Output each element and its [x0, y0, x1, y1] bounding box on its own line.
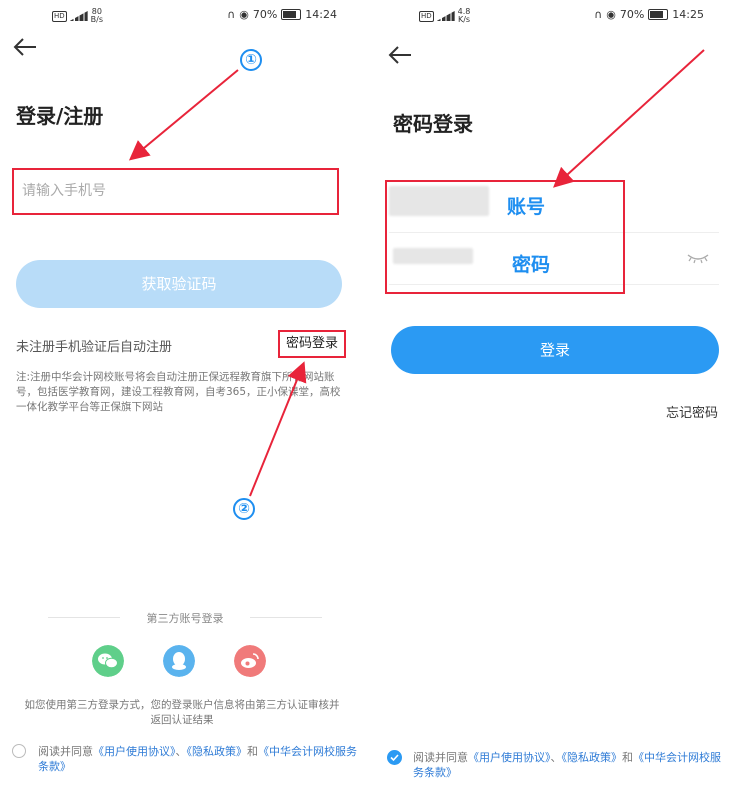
- third-party-header: 第三方账号登录: [40, 610, 330, 626]
- eye-icon: ◉: [239, 8, 249, 21]
- agreement-checkbox[interactable]: [12, 744, 26, 758]
- password-login-link[interactable]: 密码登录: [278, 330, 346, 358]
- clock: 14:25: [672, 8, 704, 21]
- login-button[interactable]: 登录: [391, 326, 719, 374]
- auto-register-hint: 未注册手机验证后自动注册: [16, 340, 173, 355]
- battery-percent: 70%: [252, 8, 278, 21]
- net-speed: 4.8 K/s: [457, 7, 471, 24]
- account-label: 账号: [507, 196, 546, 218]
- forgot-password-link[interactable]: 忘记密码: [666, 402, 718, 421]
- agreement-checkbox-checked[interactable]: [387, 750, 402, 765]
- back-arrow-icon[interactable]: [12, 36, 38, 58]
- headset-icon: ∩: [594, 8, 603, 21]
- qq-icon[interactable]: [163, 645, 195, 677]
- privacy-link[interactable]: 《隐私政策》: [562, 751, 623, 764]
- step-2-marker: ②: [233, 498, 255, 520]
- agreement-and: 和: [247, 745, 258, 758]
- hd-icon: HD: [52, 10, 67, 22]
- third-party-label: 第三方账号登录: [146, 612, 224, 625]
- net-speed: 80 B/s: [90, 7, 104, 24]
- hd-icon: HD: [419, 10, 434, 22]
- battery-percent: 70%: [619, 8, 645, 21]
- signal-icon: [436, 11, 455, 21]
- clock: 14:24: [305, 8, 337, 21]
- wechat-icon[interactable]: [92, 645, 124, 677]
- page-title: 登录/注册: [16, 104, 104, 128]
- agreement-prefix: 阅读并同意: [38, 745, 93, 758]
- status-bar: HD 80 B/s ∩ ◉ 70% 14:24: [0, 6, 367, 24]
- password-login-screen: HD 4.8 K/s ∩ ◉ 70% 14:25 密码登录 账号 密码 登录 忘记…: [367, 0, 734, 787]
- user-agreement-link[interactable]: 《用户使用协议》: [468, 751, 551, 764]
- page-title: 密码登录: [393, 112, 473, 136]
- agreement-prefix: 阅读并同意: [413, 751, 468, 764]
- get-code-button[interactable]: 获取验证码: [16, 260, 342, 308]
- battery-icon: [281, 9, 302, 20]
- weibo-icon[interactable]: [234, 645, 266, 677]
- step-1-marker: ①: [240, 49, 262, 71]
- agreement-sep: 、: [175, 745, 187, 758]
- eye-icon: ◉: [606, 8, 616, 21]
- user-agreement-link[interactable]: 《用户使用协议》: [93, 745, 176, 758]
- signal-icon: [69, 11, 88, 21]
- register-note: 注:注册中华会计网校账号将会自动注册正保远程教育旗下所有网站账号，包括医学教育网…: [16, 371, 341, 413]
- sms-login-screen: HD 80 B/s ∩ ◉ 70% 14:24 登录/注册 请输入手机号 获取验证…: [0, 0, 367, 787]
- credentials-highlight: [385, 180, 625, 294]
- agreement-and: 和: [622, 751, 633, 764]
- check-icon: [390, 754, 399, 762]
- eye-closed-icon[interactable]: [687, 252, 709, 264]
- phone-input[interactable]: 请输入手机号: [12, 168, 339, 215]
- third-party-disclaimer: 如您使用第三方登录方式，您的登录账户信息将由第三方认证审核并返回认证结果: [24, 699, 340, 726]
- agreement-sep: 、: [550, 751, 562, 764]
- battery-icon: [648, 9, 669, 20]
- back-arrow-icon[interactable]: [387, 44, 413, 66]
- status-bar: HD 4.8 K/s ∩ ◉ 70% 14:25: [367, 6, 734, 24]
- privacy-link[interactable]: 《隐私政策》: [187, 745, 248, 758]
- headset-icon: ∩: [227, 8, 236, 21]
- password-label: 密码: [512, 254, 551, 276]
